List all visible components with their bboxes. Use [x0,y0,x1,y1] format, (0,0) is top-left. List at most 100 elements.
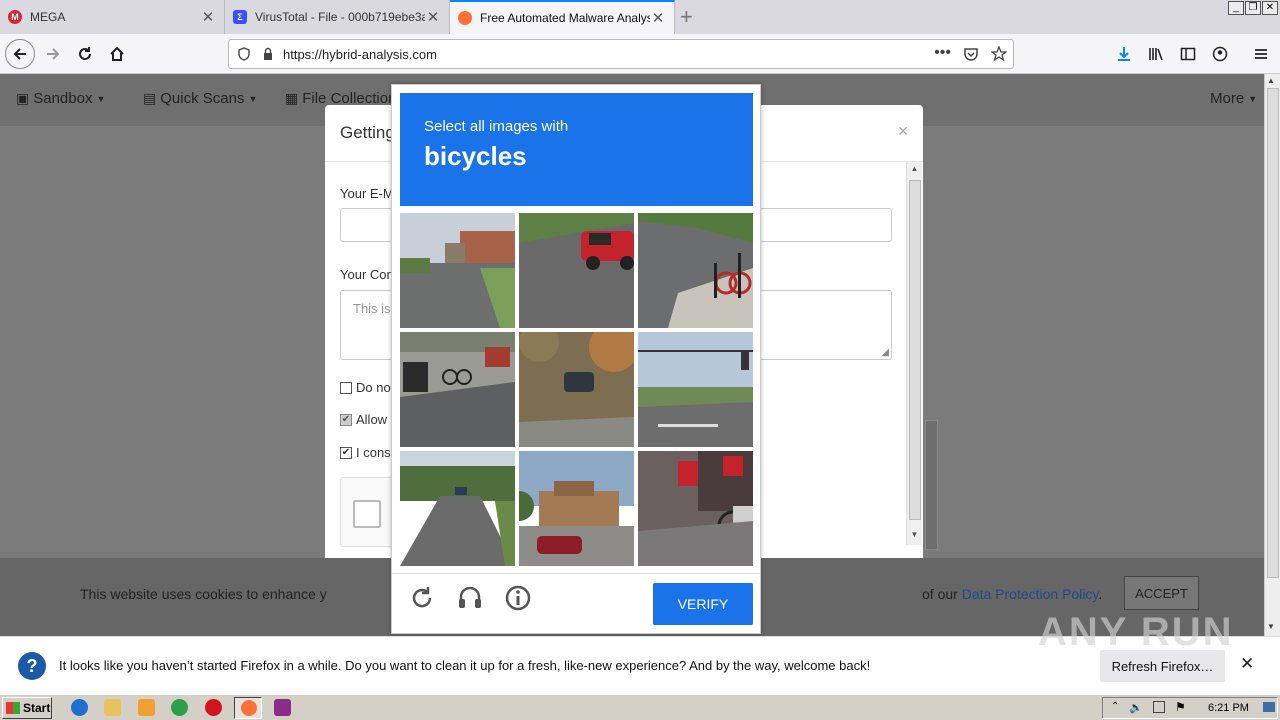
windows-logo-icon [6,702,20,714]
caret-down-icon: ▼ [248,93,258,104]
image-tile-8[interactable] [519,451,634,566]
minimize-button[interactable]: _ [1228,1,1244,15]
info-icon[interactable] [504,584,532,612]
pocket-icon[interactable] [963,46,979,62]
close-tab-icon[interactable]: ✕ [650,9,666,27]
show-desktop-icon[interactable] [1263,702,1275,712]
chrome-icon[interactable] [171,699,188,716]
tab-mega[interactable]: M MEGA ✕ [0,0,225,34]
checkbox-2-label: Allow [356,412,388,427]
reload-challenge-icon[interactable] [408,584,436,612]
data-protection-link[interactable]: Data Protection Policy [962,586,1099,602]
system-tray: ⌃ 🔈 ⚑ 6:21 PM [1102,697,1278,719]
image-tile-6[interactable] [638,332,753,447]
notification-text: It looks like you haven’t started Firefo… [59,658,871,673]
forward-button[interactable] [38,39,68,69]
image-tile-7[interactable] [400,451,515,566]
account-icon[interactable] [1212,46,1228,62]
image-grid [400,213,753,566]
watermark-logo: ANY RUN [1038,610,1234,654]
file-plus-icon: ▤ [143,90,157,106]
reload-button[interactable] [70,39,100,69]
start-button[interactable]: Start [2,697,52,719]
resize-handle-icon[interactable]: ◢ [881,347,889,358]
checkbox-3[interactable]: ✔ [340,446,352,459]
cookie-text: This website uses cookies to enhance y [80,586,327,602]
url-bar[interactable]: https://hybrid-analysis.com ••• [228,39,1014,69]
tray-expand-icon[interactable]: ⌃ [1111,701,1119,712]
checkbox-row-2[interactable]: ✔ Allow [340,412,387,427]
explorer-folder-icon[interactable] [104,699,121,716]
bookmark-star-icon[interactable] [991,46,1007,62]
new-tab-button[interactable]: + [680,4,693,30]
nav-quick-scans[interactable]: ▤ Quick Scans ▼ [143,90,257,107]
reload-icon [79,47,91,60]
action-center-flag-icon[interactable]: ⚑ [1175,700,1186,714]
accept-cookies-button[interactable]: ACCEPT [1124,576,1199,610]
scroll-up-icon[interactable]: ▲ [908,164,921,176]
recaptcha-challenge: Select all images with bicycles VERIFY [391,84,761,634]
restore-button[interactable]: ❐ [1245,1,1261,15]
back-arrow-icon [13,48,26,60]
close-icon[interactable]: ✕ [897,123,909,140]
shield-icon[interactable] [237,47,251,61]
firefox-icon [458,11,472,25]
challenge-header: Select all images with bicycles [400,93,753,206]
checkbox-row-1[interactable]: Do no [340,380,391,395]
image-tile-4[interactable] [400,332,515,447]
back-button[interactable] [5,39,35,69]
audio-challenge-icon[interactable] [456,584,484,612]
close-window-button[interactable]: ✕ [1262,1,1278,15]
downloads-icon[interactable] [1116,46,1132,62]
nav-sandbox[interactable]: ▣ Sandbox ▼ [16,90,105,107]
image-tile-2[interactable] [519,213,634,328]
scroll-up-icon[interactable]: ▲ [1267,76,1275,85]
checkbox-row-3[interactable]: ✔ I cons [340,445,391,460]
checkbox-1-label: Do no [356,380,391,395]
sandbox-icon: ▣ [16,90,30,106]
comment-label: Your Con [340,267,394,282]
image-tile-1[interactable] [400,213,515,328]
opera-icon[interactable] [205,699,222,716]
close-tab-icon[interactable]: ✕ [425,8,441,26]
firefox-icon [241,700,257,716]
caret-down-icon: ▼ [96,93,106,104]
url-text: https://hybrid-analysis.com [283,46,437,62]
library-icon[interactable] [1148,46,1164,62]
verify-button[interactable]: VERIFY [653,583,753,625]
sidebar-icon[interactable] [1180,46,1196,62]
scroll-thumb[interactable] [1267,88,1279,578]
checkbox-2[interactable]: ✔ [340,413,352,426]
tab-hybrid-analysis[interactable]: Free Automated Malware Analysis ✕ [450,0,675,34]
firefox-taskbar-button[interactable] [234,697,262,719]
tab-title: MEGA [30,10,66,24]
close-tab-icon[interactable]: ✕ [200,8,216,26]
menu-icon[interactable] [1253,46,1269,62]
nav-more[interactable]: More ▼ [1210,90,1257,107]
image-tile-3[interactable] [638,213,753,328]
checkbox-1[interactable] [340,381,352,394]
nav-more-label: More [1210,90,1245,107]
winrar-icon[interactable] [274,699,291,716]
scroll-down-icon[interactable]: ▼ [1267,622,1275,631]
scroll-thumb[interactable] [909,180,921,520]
media-player-icon[interactable] [138,699,155,716]
home-button[interactable] [102,39,132,69]
scroll-down-icon[interactable]: ▼ [908,530,921,542]
recaptcha-checkbox[interactable] [353,500,381,528]
nav-quick-scans-label: Quick Scans [160,90,245,107]
internet-explorer-icon[interactable] [71,699,88,716]
page-actions-icon[interactable]: ••• [934,44,951,62]
image-tile-9[interactable] [638,451,753,566]
tab-virustotal[interactable]: Σ VirusTotal - File - 000b719ebe3a1 ✕ [225,0,450,34]
page-scrollbar[interactable]: ▲ ▼ [1264,74,1280,636]
image-tile-5[interactable] [519,332,634,447]
challenge-footer: VERIFY [392,573,760,633]
modal-scrollbar[interactable]: ▲ ▼ [906,162,922,545]
forward-arrow-icon [47,48,60,60]
network-icon[interactable] [1153,701,1165,713]
volume-icon[interactable]: 🔈 [1129,701,1143,714]
challenge-target: bicycles [424,141,527,171]
close-icon[interactable]: ✕ [1240,654,1254,674]
lock-icon[interactable] [261,47,275,61]
